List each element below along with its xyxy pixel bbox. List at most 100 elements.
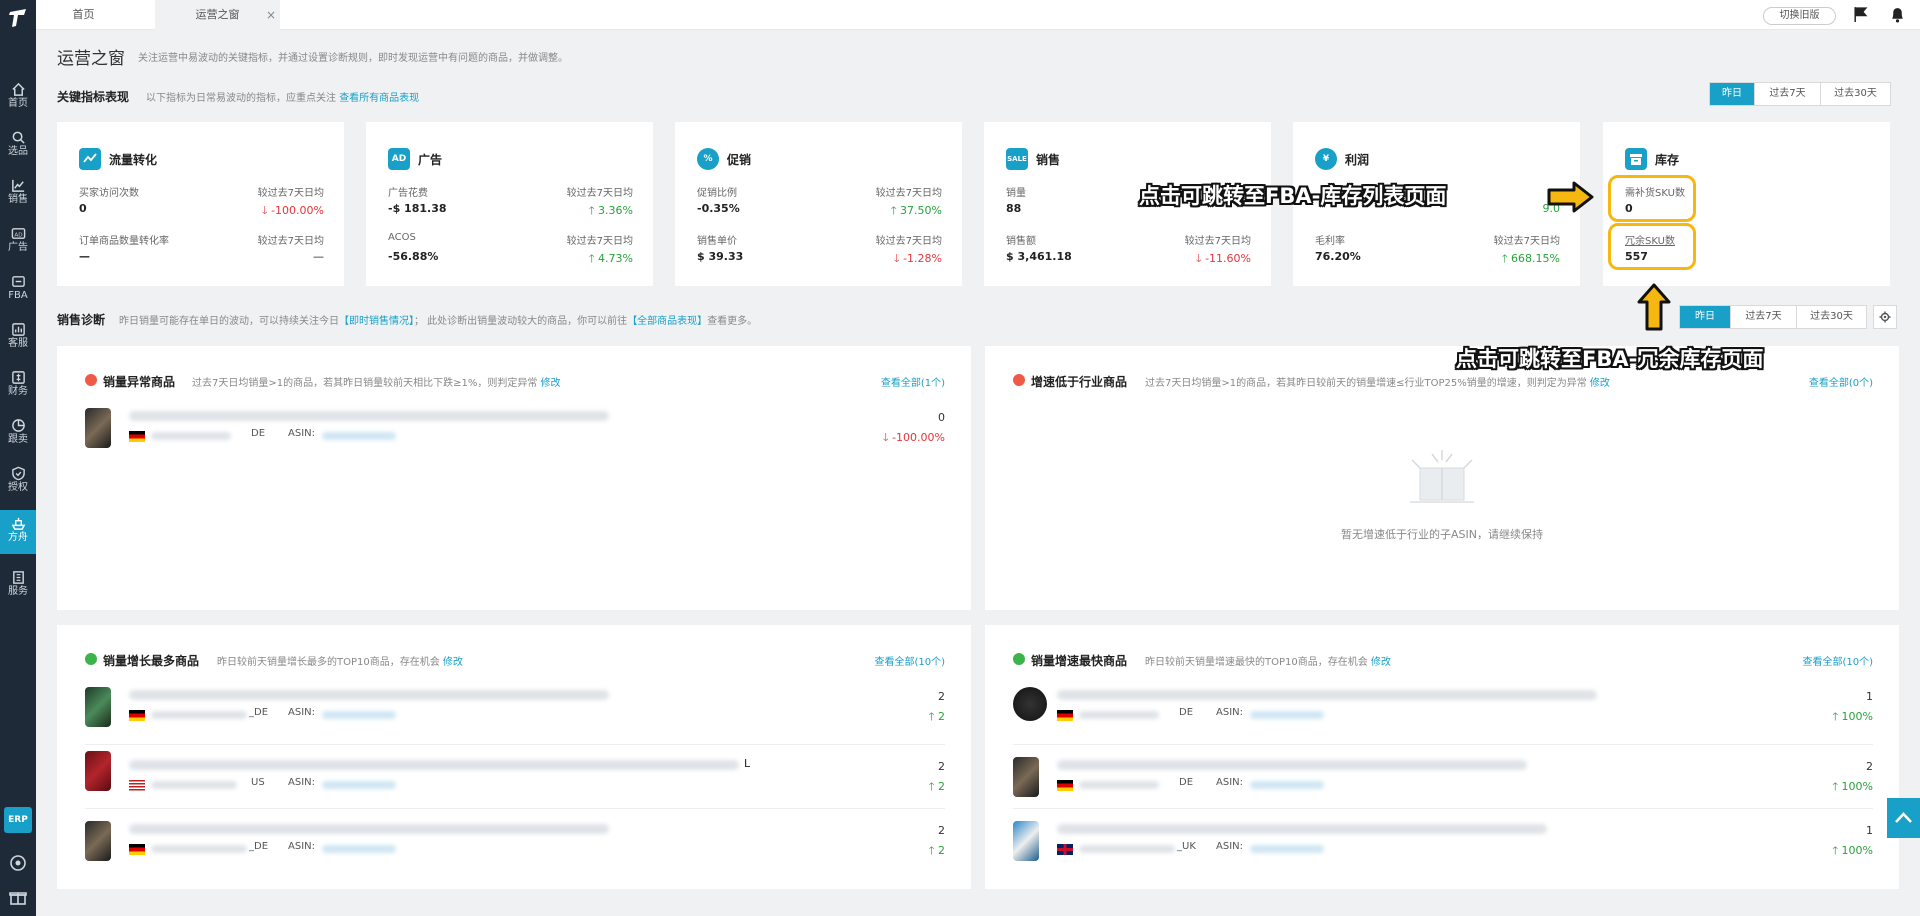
empty-state-text: 暂无增速低于行业的子ASIN，请继续保持 <box>1341 528 1543 541</box>
back-to-top-button[interactable] <box>1887 798 1920 838</box>
product-thumbnail[interactable] <box>1013 687 1047 721</box>
alert-icon <box>85 374 97 386</box>
sidebar-item-authorize[interactable]: 授权 <box>0 460 36 504</box>
erp-badge[interactable]: ERP <box>4 807 32 833</box>
kpi-card-ads[interactable]: AD 广告 广告花费 较过去7天日均 -$ 181.38 🡑 3.36% ACO… <box>366 122 653 286</box>
annotation-callout-redundant: 点击可跳转至FBA-冗余库存页面 <box>1456 347 1764 371</box>
arrow-up-icon: 🡑 <box>890 204 901 217</box>
view-all-link[interactable]: 查看全部(1个) <box>881 374 945 389</box>
asin-value-redacted[interactable] <box>322 432 396 440</box>
arrow-up-icon: 🡑 <box>928 710 938 723</box>
diag-period-7-days[interactable]: 过去7天 <box>1730 306 1796 328</box>
annotation-callout-inventory-list: 点击可跳转至FBA-库存列表页面 <box>1139 184 1447 208</box>
tab-ops-window[interactable]: 运营之窗 <box>155 0 280 30</box>
view-all-link[interactable]: 查看全部(10个) <box>874 653 945 668</box>
table-row[interactable]: _DE ASIN: 2 🡑 2 <box>85 809 945 873</box>
sidebar-item-ads[interactable]: AD 广告 <box>0 220 36 264</box>
view-all-products-link[interactable]: 查看所有商品表现 <box>339 93 419 104</box>
sidebar-item-follow-sell[interactable]: 跟卖 <box>0 412 36 456</box>
profit-icon: ¥ <box>1315 148 1337 170</box>
all-products-link[interactable]: 【全部商品表现】 <box>627 316 707 327</box>
arrow-up-icon: 🡑 <box>1501 252 1512 265</box>
check-circle-icon <box>85 653 97 665</box>
diag-settings-button[interactable] <box>1873 305 1897 329</box>
germany-flag-icon <box>1057 710 1073 721</box>
traffic-icon <box>79 148 101 170</box>
edit-rule-link[interactable]: 修改 <box>1590 378 1610 389</box>
edit-rule-link[interactable]: 修改 <box>443 657 463 668</box>
diag-period-yesterday[interactable]: 昨日 <box>1680 306 1730 328</box>
germany-flag-icon <box>129 431 145 442</box>
sidebar-item-finance[interactable]: 财务 <box>0 364 36 408</box>
realtime-sales-link[interactable]: 【即时销售情况】 <box>339 316 414 327</box>
product-thumbnail[interactable] <box>85 687 111 727</box>
sale-icon: SALE <box>1006 148 1028 170</box>
sidebar-item-fba[interactable]: FBA <box>0 268 36 312</box>
table-row[interactable]: DE ASIN: 0 🡓 -100.00% <box>85 402 945 462</box>
edit-rule-link[interactable]: 修改 <box>1371 657 1391 668</box>
period-7-days[interactable]: 过去7天 <box>1754 83 1820 105</box>
metric-value: 0 <box>79 202 87 215</box>
panel-top-growth: 销量增长最多商品 昨日较前天销量增长最多的TOP10商品，存在机会 修改 查看全… <box>57 625 971 889</box>
inventory-icon <box>1625 148 1647 170</box>
page-description: 关注运营中易波动的关键指标，并通过设置诊断规则，即时发现运营中有问题的商品，并做… <box>138 53 568 64</box>
table-row[interactable]: L US ASIN: 2 🡑 2 <box>85 745 945 809</box>
sidebar-item-services[interactable]: 服务 <box>0 564 36 608</box>
sidebar-item-sales[interactable]: 销售 <box>0 172 36 216</box>
arrow-down-icon: 🡓 <box>882 431 893 444</box>
top-bar: 首页 运营之窗 × 切换旧版 <box>36 0 1920 30</box>
diag-period-30-days[interactable]: 过去30天 <box>1796 306 1866 328</box>
product-thumbnail[interactable] <box>85 408 111 448</box>
gear-icon <box>1879 311 1891 323</box>
arrow-up-icon: 🡑 <box>1832 710 1842 723</box>
uk-flag-icon <box>1057 844 1073 855</box>
search-icon <box>12 131 25 144</box>
annotation-ring-redundant <box>1608 223 1696 270</box>
table-row[interactable]: _UK ASIN: 1 🡑 100% <box>1013 809 1873 873</box>
panel-fastest-growth: 销量增速最快商品 昨日较前天销量增速最快的TOP10商品，存在机会 修改 查看全… <box>985 625 1899 889</box>
table-row[interactable]: DE ASIN: 1 🡑 100% <box>1013 681 1873 745</box>
arrow-up-icon: 🡑 <box>928 780 938 793</box>
bell-icon[interactable] <box>1889 6 1906 23</box>
view-all-link[interactable]: 查看全部(0个) <box>1809 374 1873 389</box>
tab-home[interactable]: 首页 <box>36 0 131 30</box>
sidebar-item-product-selection[interactable]: 选品 <box>0 124 36 168</box>
us-flag-icon <box>129 780 145 791</box>
period-30-days[interactable]: 过去30天 <box>1820 83 1890 105</box>
germany-flag-icon <box>129 710 145 721</box>
shield-icon <box>11 466 25 481</box>
product-thumbnail[interactable] <box>85 751 111 791</box>
flag-icon[interactable] <box>1852 6 1869 23</box>
help-icon[interactable] <box>9 854 27 872</box>
app-logo-icon[interactable] <box>6 6 30 30</box>
view-all-link[interactable]: 查看全部(10个) <box>1802 653 1873 668</box>
check-circle-icon <box>1013 653 1025 665</box>
annotation-ring-restock <box>1608 175 1696 222</box>
sidebar-item-ark[interactable]: 方舟 <box>0 510 36 554</box>
tab-close-icon[interactable]: × <box>266 0 276 30</box>
product-thumbnail[interactable] <box>85 821 111 861</box>
arrow-up-icon: 🡑 <box>1832 780 1842 793</box>
switch-old-version-button[interactable]: 切换旧版 <box>1763 7 1836 25</box>
panel-abnormal-sales: 销量异常商品 过去7天日均销量>1的商品，若其昨日销量较前天相比下跌≥1%，则判… <box>57 346 971 610</box>
promo-icon: % <box>697 148 719 170</box>
gift-icon[interactable] <box>9 888 27 906</box>
kpi-card-traffic[interactable]: 流量转化 买家访问次数 较过去7天日均 0 🡓 -100.00% 订单商品数量转… <box>57 122 344 286</box>
arrow-up-icon: 🡑 <box>588 252 599 265</box>
diag-section-title: 销售诊断 <box>57 313 106 327</box>
sidebar-item-service[interactable]: 客服 <box>0 316 36 360</box>
product-thumbnail[interactable] <box>1013 821 1039 861</box>
product-thumbnail[interactable] <box>1013 757 1039 797</box>
panel-slow-growth: 增速低于行业商品 过去7天日均销量>1的商品，若其昨日较前天的销量增速≤行业TO… <box>985 346 1899 610</box>
metric-change: 🡓 -100.00% <box>261 204 324 217</box>
arrow-up-icon: 🡑 <box>928 844 938 857</box>
edit-rule-link[interactable]: 修改 <box>541 378 561 389</box>
arrow-down-icon: 🡓 <box>893 252 904 265</box>
sidebar-item-home[interactable]: 首页 <box>0 76 36 120</box>
table-row[interactable]: _DE ASIN: 2 🡑 2 <box>85 681 945 745</box>
kpi-section-title: 关键指标表现 <box>57 90 130 104</box>
germany-flag-icon <box>1057 780 1073 791</box>
table-row[interactable]: DE ASIN: 2 🡑 100% <box>1013 745 1873 809</box>
kpi-card-promotion[interactable]: % 促销 促销比例 较过去7天日均 -0.35% 🡑 37.50% 销售单价 较… <box>675 122 962 286</box>
period-yesterday[interactable]: 昨日 <box>1710 83 1754 105</box>
